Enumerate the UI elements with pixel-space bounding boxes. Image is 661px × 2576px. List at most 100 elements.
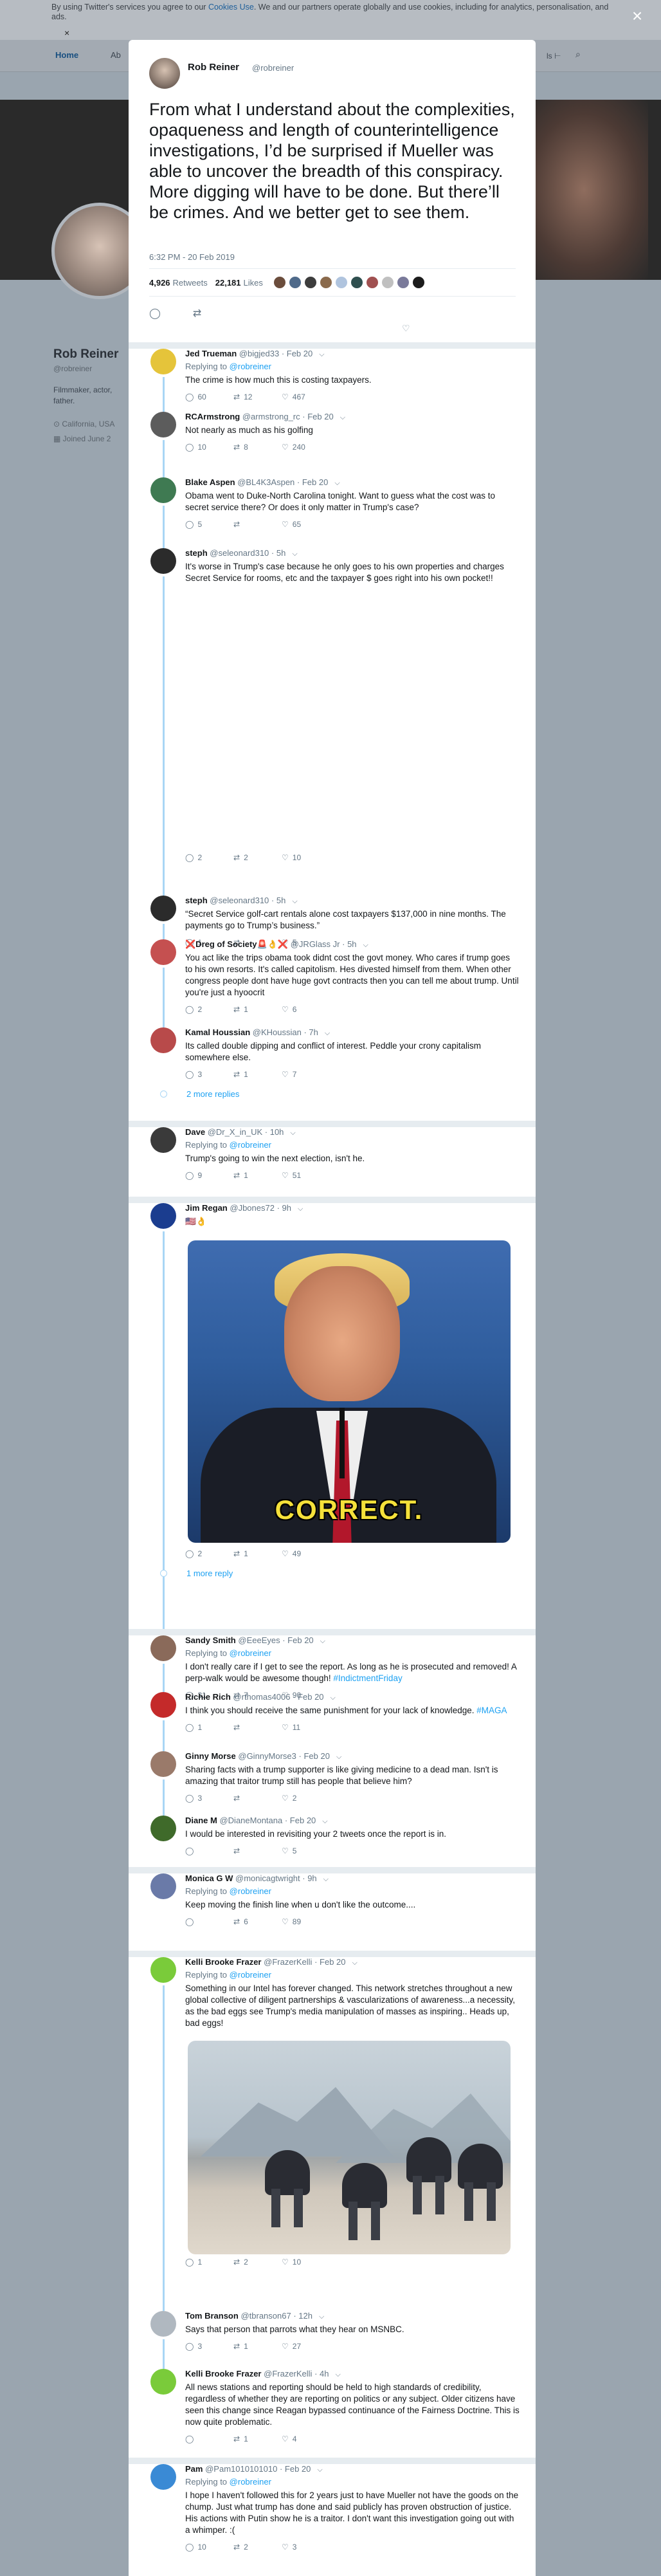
reply-action[interactable]: ◯ 2: [185, 853, 233, 862]
like-icon[interactable]: ♡: [282, 1794, 289, 1803]
author-handle[interactable]: @robreiner: [252, 63, 294, 73]
liker-avatar[interactable]: [319, 276, 332, 289]
chevron-down-icon[interactable]: ⌵: [322, 1817, 327, 1825]
nav-about[interactable]: Ab: [111, 50, 121, 60]
like-icon[interactable]: ♡: [282, 1846, 289, 1855]
avatar[interactable]: [150, 2369, 176, 2395]
like-action[interactable]: ♡ 89: [282, 1917, 330, 1926]
reply-action[interactable]: ◯ 2: [185, 1005, 233, 1014]
reply-to-link[interactable]: @robreiner: [230, 362, 271, 371]
author-name[interactable]: Sandy Smith: [185, 1635, 236, 1645]
avatar[interactable]: [150, 1816, 176, 1841]
like-action[interactable]: ♡ 467: [282, 392, 330, 401]
retweet-action[interactable]: ⇄ 12: [233, 392, 282, 401]
like-icon[interactable]: ♡: [282, 443, 289, 452]
avatar[interactable]: [150, 1127, 176, 1153]
author-name[interactable]: Kamal Houssian: [185, 1027, 250, 1037]
reply-icon[interactable]: ◯: [185, 520, 194, 529]
reply-action[interactable]: ◯ 3: [185, 1794, 233, 1803]
chevron-down-icon[interactable]: ⌵: [320, 1637, 325, 1645]
reply-icon[interactable]: ◯: [185, 1846, 194, 1855]
liker-avatar[interactable]: [412, 276, 425, 289]
nav-home[interactable]: Home: [55, 50, 78, 60]
retweet-count[interactable]: 4,926: [149, 278, 170, 288]
reply-icon[interactable]: ◯: [185, 392, 194, 401]
reply-action[interactable]: ◯ 10: [185, 443, 233, 452]
tweet-time[interactable]: · 9h: [302, 1873, 316, 1883]
retweet-icon[interactable]: ⇄: [233, 443, 240, 452]
chevron-down-icon[interactable]: ⌵: [363, 941, 368, 949]
avatar[interactable]: [150, 2464, 176, 2490]
retweet-action[interactable]: ⇄ 1: [233, 2342, 282, 2351]
reply-action[interactable]: ◯ 10: [185, 2543, 233, 2552]
author-handle[interactable]: @rthomas4006: [233, 1692, 290, 1702]
reply-icon[interactable]: ◯: [185, 1794, 194, 1803]
retweet-icon[interactable]: ⇄: [233, 1723, 240, 1732]
tweet-time[interactable]: · 5h: [342, 939, 356, 949]
reply-to-link[interactable]: @robreiner: [230, 1886, 271, 1896]
reply-icon[interactable]: ◯: [185, 1171, 194, 1180]
avatar[interactable]: [150, 548, 176, 574]
author-name[interactable]: Richie Rich: [185, 1692, 231, 1702]
tweet-time[interactable]: · 5h: [271, 896, 285, 905]
reply-to-link[interactable]: @robreiner: [230, 1970, 271, 1980]
avatar[interactable]: [150, 1635, 176, 1661]
author-name[interactable]: Dave: [185, 1127, 205, 1137]
reply-to-link[interactable]: @robreiner: [230, 1140, 271, 1150]
reply-icon[interactable]: ◯: [185, 1005, 194, 1014]
author-handle[interactable]: @monicagtwright: [235, 1873, 300, 1883]
likes-label[interactable]: Likes: [244, 278, 263, 288]
reply-action[interactable]: ◯: [185, 2434, 233, 2443]
retweet-icon[interactable]: ⇄: [193, 307, 201, 320]
chevron-down-icon[interactable]: ⌵: [334, 479, 340, 487]
author-name[interactable]: Diane M: [185, 1816, 217, 1825]
author-name[interactable]: Kelli Brooke Frazer: [185, 1957, 262, 1967]
retweet-icon[interactable]: ⇄: [233, 392, 240, 401]
like-count[interactable]: 22,181: [215, 278, 241, 288]
tweet-time[interactable]: · 12h: [293, 2311, 312, 2321]
hashtag-link[interactable]: #IndictmentFriday: [333, 1673, 402, 1683]
retweet-action[interactable]: ⇄ 1: [233, 1070, 282, 1079]
author-handle[interactable]: @JRGlass Jr: [291, 939, 340, 949]
author-handle[interactable]: @GinnyMorse3: [238, 1751, 296, 1761]
reply-icon[interactable]: ◯: [185, 2543, 194, 2552]
author-name[interactable]: Tom Branson: [185, 2311, 239, 2321]
author-handle[interactable]: @FrazerKelli: [264, 2369, 312, 2378]
retweets-label[interactable]: Retweets: [173, 278, 208, 288]
chevron-down-icon[interactable]: ⌵: [352, 1959, 358, 1967]
chevron-down-icon[interactable]: ⌵: [292, 550, 297, 558]
reply-action[interactable]: ◯ 1: [185, 2258, 233, 2267]
reply-action[interactable]: ◯: [185, 1846, 233, 1855]
author-name[interactable]: steph: [185, 896, 208, 905]
avatar[interactable]: [150, 896, 176, 921]
retweet-icon[interactable]: ⇄: [233, 2434, 240, 2443]
retweet-icon[interactable]: ⇄: [233, 1917, 240, 1926]
like-action[interactable]: ♡ 49: [282, 1549, 330, 1558]
show-more-replies[interactable]: 2 more replies: [186, 1089, 239, 1099]
author-handle[interactable]: @EeeEyes: [238, 1635, 280, 1645]
like-action[interactable]: ♡ 10: [282, 853, 330, 862]
like-icon[interactable]: ♡: [282, 2342, 289, 2351]
reply-icon[interactable]: ◯: [149, 307, 161, 320]
author-handle[interactable]: @armstrong_rc: [242, 412, 300, 421]
liker-avatar[interactable]: [396, 276, 410, 289]
tweet-time[interactable]: · Feb 20: [297, 477, 328, 487]
tweet-time[interactable]: · 7h: [303, 1027, 318, 1037]
search-icon[interactable]: ⌕: [575, 49, 581, 60]
like-action[interactable]: ♡ 2: [282, 1794, 330, 1803]
like-icon[interactable]: ♡: [282, 1723, 289, 1732]
avatar[interactable]: [150, 1873, 176, 1899]
like-action[interactable]: ♡ 7: [282, 1070, 330, 1079]
chevron-down-icon[interactable]: ⌵: [336, 1753, 341, 1761]
like-action[interactable]: ♡ 6: [282, 1005, 330, 1014]
like-icon[interactable]: ♡: [282, 1005, 289, 1014]
reply-action[interactable]: ◯ 5: [185, 520, 233, 529]
tweet-time[interactable]: · Feb 20: [299, 1751, 330, 1761]
author-name[interactable]: steph: [185, 548, 208, 558]
retweet-action[interactable]: ⇄ 1: [233, 1549, 282, 1558]
author-handle[interactable]: @FrazerKelli: [264, 1957, 312, 1967]
chevron-down-icon[interactable]: ⌵: [319, 351, 324, 358]
tweet-time[interactable]: · Feb 20: [302, 412, 333, 421]
tweet-time[interactable]: · 5h: [271, 548, 285, 558]
tweet-time[interactable]: · 10h: [265, 1127, 284, 1137]
